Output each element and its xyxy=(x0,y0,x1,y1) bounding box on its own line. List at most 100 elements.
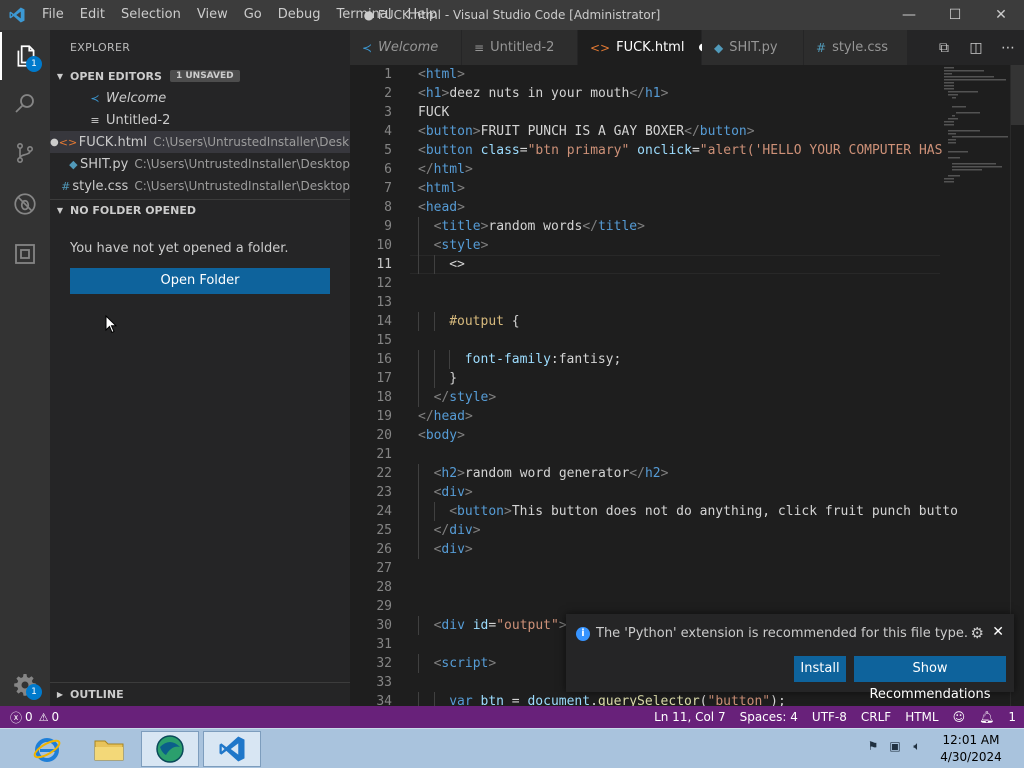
code-line[interactable]: <> xyxy=(449,255,465,274)
code-token: button xyxy=(457,504,504,519)
code-line[interactable]: <button>This button does not do anything… xyxy=(449,502,958,521)
open-editor-untitled[interactable]: ≡ Untitled-2 xyxy=(50,109,350,131)
cursor-position[interactable]: Ln 11, Col 7 xyxy=(654,710,726,724)
action-center-flag-icon[interactable]: ⚑ xyxy=(862,739,884,754)
menu-selection[interactable]: Selection xyxy=(113,0,189,30)
close-button[interactable]: ✕ xyxy=(978,0,1024,30)
open-folder-button[interactable]: Open Folder xyxy=(70,268,330,294)
menu-debug[interactable]: Debug xyxy=(270,0,329,30)
code-line[interactable]: <button class="btn primary" onclick="ale… xyxy=(418,141,942,160)
line-number: 8 xyxy=(384,200,392,215)
indent-guide xyxy=(418,464,419,483)
code-line[interactable]: <html> xyxy=(418,65,465,84)
tab-fuck-html[interactable]: <> FUCK.html ● xyxy=(578,30,707,65)
editor-scrollbar[interactable] xyxy=(1010,65,1024,706)
tab-untitled-2[interactable]: ≡ Untitled-2 xyxy=(462,30,578,65)
debug-activity-button[interactable] xyxy=(0,180,50,228)
indentation[interactable]: Spaces: 4 xyxy=(740,710,798,724)
code-editor[interactable]: 1 <html> 2 <h1>deez nuts in your mouth</h1>… xyxy=(350,65,1024,706)
code-line[interactable]: <style> xyxy=(434,236,489,255)
more-actions-icon[interactable]: ⋯ xyxy=(992,40,1024,56)
code-line[interactable]: <script> xyxy=(434,654,497,673)
clock[interactable]: 12:01 AM 4/30/2024 xyxy=(932,732,1010,766)
no-folder-header[interactable]: ▼ NO FOLDER OPENED xyxy=(50,199,350,221)
indent-guide xyxy=(433,350,435,369)
code-line[interactable]: </html> xyxy=(418,160,473,179)
manage-activity-button[interactable]: 1 xyxy=(0,660,50,708)
code-token: head xyxy=(433,409,465,424)
tab-shit-py[interactable]: ◆ SHIT.py xyxy=(702,30,804,65)
code-line[interactable]: <head> xyxy=(418,198,465,217)
open-editor-welcome[interactable]: ≺ Welcome xyxy=(50,87,350,109)
explorer-activity-button[interactable]: 1 xyxy=(0,32,50,80)
code-line[interactable]: <title>random words</title> xyxy=(434,217,645,236)
open-changes-icon[interactable]: ⧉ xyxy=(928,40,960,56)
code-line[interactable]: </div> xyxy=(434,521,481,540)
code-token: { xyxy=(503,314,520,329)
notification-gear-icon[interactable]: ⚙ xyxy=(971,624,984,642)
source-control-activity-button[interactable] xyxy=(0,129,50,177)
line-number: 12 xyxy=(376,276,392,291)
scrollbar-thumb[interactable] xyxy=(1011,65,1024,125)
minimize-button[interactable]: — xyxy=(886,0,932,30)
tab-welcome[interactable]: ≺ Welcome xyxy=(350,30,462,65)
open-editor-name: Untitled-2 xyxy=(106,112,171,128)
code-line[interactable]: var btn = document.querySelector("button… xyxy=(449,692,786,706)
code-line[interactable]: <h2>random word generator</h2> xyxy=(434,464,669,483)
network-icon[interactable]: ▣ xyxy=(884,739,906,754)
code-line[interactable]: <button>FRUIT PUNCH IS A GAY BOXER</butt… xyxy=(418,122,755,141)
feedback-smiley-icon[interactable]: ☺ xyxy=(953,710,966,724)
search-activity-button[interactable] xyxy=(0,80,50,128)
code-token: button xyxy=(425,143,473,158)
maximize-button[interactable]: ☐ xyxy=(932,0,978,30)
tab-label: style.css xyxy=(832,40,889,55)
notifications-bell-icon[interactable]: 🔔︎ 1 xyxy=(979,710,1016,724)
code-line[interactable]: </style> xyxy=(434,388,497,407)
tab-style-css[interactable]: # style.css xyxy=(804,30,908,65)
code-line[interactable]: <div id="output"> xyxy=(434,616,567,635)
app-globe-icon xyxy=(156,735,184,763)
line-number: 15 xyxy=(376,333,392,348)
code-line[interactable]: <h1>deez nuts in your mouth</h1> xyxy=(418,84,668,103)
line-ending[interactable]: CRLF xyxy=(861,710,891,724)
taskbar-internet-explorer[interactable] xyxy=(18,731,76,767)
outline-header[interactable]: ▶ OUTLINE xyxy=(50,682,350,706)
notification-close-icon[interactable]: ✕ xyxy=(992,624,1004,640)
install-button[interactable]: Install xyxy=(794,656,846,682)
indent-guide xyxy=(433,312,435,331)
code-line[interactable]: FUCK xyxy=(418,103,449,122)
menu-terminal[interactable]: Terminal xyxy=(329,0,400,30)
menu-file[interactable]: File xyxy=(34,0,72,30)
code-line[interactable]: <html> xyxy=(418,179,465,198)
open-editor-shit-py[interactable]: ◆ SHIT.py C:\Users\UntrustedInstaller\De… xyxy=(50,153,350,175)
menu-go[interactable]: Go xyxy=(236,0,270,30)
menu-edit[interactable]: Edit xyxy=(72,0,113,30)
open-editor-fuck-html[interactable]: ● <> FUCK.html C:\Users\UntrustedInstall… xyxy=(50,131,350,153)
title-bar: File Edit Selection View Go Debug Termin… xyxy=(0,0,1024,30)
show-recommendations-button[interactable]: Show Recommendations xyxy=(854,656,1006,702)
split-editor-icon[interactable]: ◫ xyxy=(960,40,992,56)
taskbar-app-active[interactable] xyxy=(141,731,199,767)
code-line[interactable]: </head> xyxy=(418,407,473,426)
code-token: ); xyxy=(770,694,786,706)
code-line[interactable]: <div> xyxy=(434,540,473,559)
open-editor-style-css[interactable]: # style.css C:\Users\UntrustedInstaller\… xyxy=(50,175,350,197)
unsaved-badge: 1 UNSAVED xyxy=(169,70,240,82)
taskbar-vscode[interactable] xyxy=(203,731,261,767)
minimap[interactable] xyxy=(942,65,1010,195)
code-line[interactable]: } xyxy=(449,369,457,388)
open-editors-header[interactable]: ▼ OPEN EDITORS 1 UNSAVED xyxy=(50,65,350,87)
code-line[interactable]: font-family:fantisy; xyxy=(465,350,622,369)
taskbar-file-explorer[interactable] xyxy=(80,731,138,767)
menu-help[interactable]: Help xyxy=(399,0,445,30)
extensions-activity-button[interactable] xyxy=(0,230,50,278)
problems-indicator[interactable]: ⓧ 0 ⚠ 0 xyxy=(10,706,59,728)
menu-view[interactable]: View xyxy=(189,0,236,30)
code-line[interactable]: <div> xyxy=(434,483,473,502)
code-line[interactable]: <body> xyxy=(418,426,465,445)
language-mode[interactable]: HTML xyxy=(905,710,938,724)
code-line[interactable]: #output { xyxy=(449,312,519,331)
volume-icon[interactable]: 🔈︎ xyxy=(906,739,928,754)
encoding[interactable]: UTF-8 xyxy=(812,710,847,724)
